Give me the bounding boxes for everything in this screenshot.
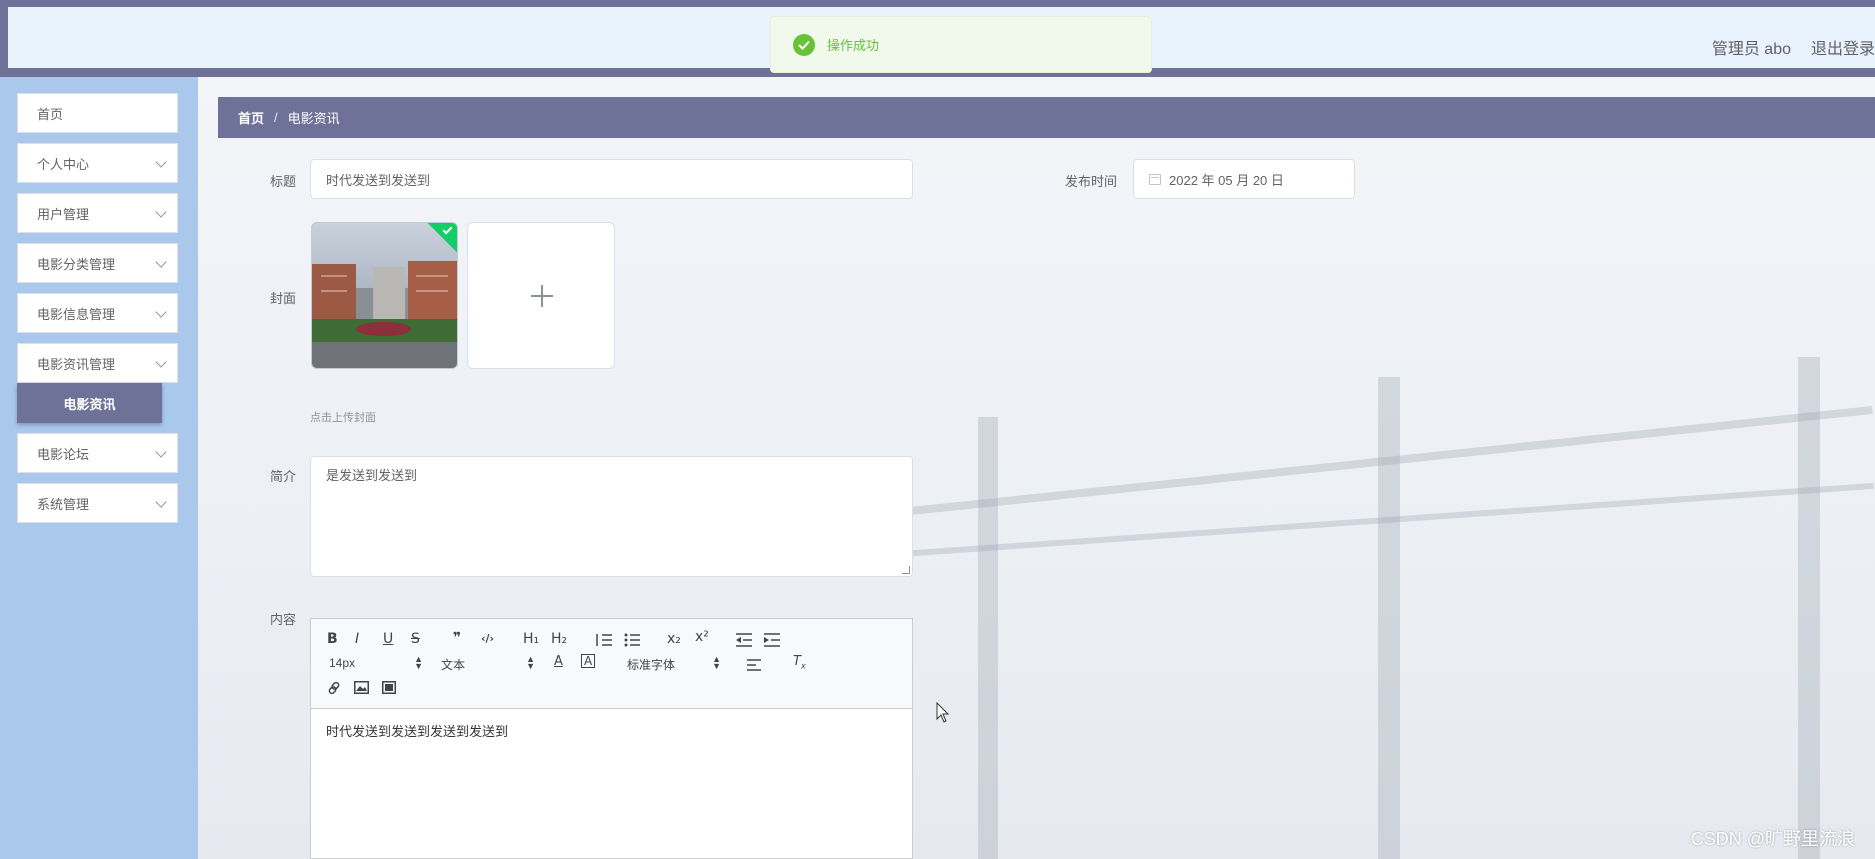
calendar-icon [1149,173,1161,185]
code-block-button[interactable]: ‹/› [481,632,494,645]
cover-upload-hint: 点击上传封面 [310,412,376,424]
intro-textarea[interactable]: 是发送到发送到 [310,456,913,577]
admin-user-label: 管理员 abo [1711,41,1791,58]
sidebar-item-label: 首页 [37,106,64,122]
success-toast: 操作成功 [770,16,1152,73]
heading1-button[interactable]: H₁ [523,631,539,647]
sidebar-item-label: 系统管理 [37,496,90,512]
image-icon[interactable] [354,681,369,694]
resize-handle-icon[interactable] [902,566,910,574]
editor-content-text: 时代发送到发送到发送到发送到 [326,724,509,739]
intro-textarea-value: 是发送到发送到 [326,468,418,483]
sidebar-item-label: 电影论坛 [37,446,90,462]
clear-format-icon[interactable]: Tx [793,654,806,671]
rich-text-editor: B I U S ❞ ‹/› H₁ H₂ x₂ x² 14px ▲ ▼ 文本 ▲ … [310,618,913,859]
sidebar-item-movie-info[interactable]: 电影信息管理 [17,293,178,333]
cover-photo-window [320,289,347,292]
sidebar-item-label: 个人中心 [37,156,90,172]
intro-label: 简介 [270,469,297,484]
chevron-down-icon [155,306,167,318]
background-post [1798,357,1820,859]
logout-link[interactable]: 退出登录 [1811,35,1875,59]
mouse-cursor-icon [936,702,950,723]
cover-photo-window [416,275,449,278]
select-arrows-icon: ▲ ▼ [526,654,535,671]
background-post [978,417,998,859]
publish-time-label: 发布时间 [1065,174,1118,189]
sidebar-item-system-management[interactable]: 系统管理 [17,483,178,523]
header-select-value: 文本 [441,658,466,672]
top-accent-strip [0,0,1875,7]
title-input[interactable]: 时代发送到发送到 [310,159,913,199]
font-size-value: 14px [329,656,356,670]
chevron-down-icon [155,156,167,168]
content-label: 内容 [270,612,297,627]
publish-date-picker[interactable]: 2022 年 05 月 20 日 [1133,159,1355,199]
sidebar-item-movie-news-management[interactable]: 电影资讯管理 [17,343,178,383]
select-arrows-icon: ▲ ▼ [712,654,721,671]
title-label: 标题 [270,174,297,189]
video-icon[interactable] [382,681,396,694]
sidebar-item-label: 电影资讯管理 [37,356,116,372]
link-icon[interactable] [327,681,341,695]
editor-content-area[interactable]: 时代发送到发送到发送到发送到 [311,709,912,752]
success-check-icon [793,33,815,56]
sidebar-item-label: 电影分类管理 [37,256,116,272]
breadcrumb: 首页 / 电影资讯 [218,97,1875,138]
sidebar-item-personal-center[interactable]: 个人中心 [17,143,178,183]
subscript-button[interactable]: x₂ [667,631,681,647]
toast-message: 操作成功 [827,38,880,53]
cover-photo-window [416,289,449,292]
header-select[interactable]: 文本 ▲ ▼ [441,654,535,673]
breadcrumb-current: 电影资讯 [287,111,340,126]
strike-button[interactable]: S [411,631,420,647]
title-input-value: 时代发送到发送到 [326,172,431,188]
bold-button[interactable]: B [327,631,338,647]
editor-toolbar: B I U S ❞ ‹/› H₁ H₂ x₂ x² 14px ▲ ▼ 文本 ▲ … [311,619,912,709]
italic-button[interactable]: I [355,631,359,647]
heading2-button[interactable]: H₂ [551,631,567,647]
cover-photo-window [320,275,347,278]
superscript-button[interactable]: x² [695,629,709,645]
blockquote-button[interactable]: ❞ [453,630,461,646]
font-size-select[interactable]: 14px ▲ ▼ [329,654,423,671]
cover-photo-flowerbed [355,321,411,337]
sidebar-item-label: 用户管理 [37,206,90,222]
indent-icon[interactable] [764,633,780,647]
breadcrumb-home[interactable]: 首页 [238,108,264,127]
underline-button[interactable]: U [383,631,393,647]
align-icon[interactable] [747,659,761,671]
cover-label: 封面 [270,291,297,306]
font-color-icon[interactable]: A [554,654,563,669]
sidebar-item-movie-forum[interactable]: 电影论坛 [17,433,178,473]
cover-photo-ground [312,341,457,368]
cover-thumbnail[interactable] [311,222,458,369]
cover-upload-button[interactable] [467,222,615,369]
breadcrumb-separator: / [274,110,278,125]
chevron-down-icon [155,356,167,368]
sidebar-item-user-management[interactable]: 用户管理 [17,193,178,233]
chevron-down-icon [155,496,167,508]
sidebar-item-label: 电影信息管理 [37,306,116,322]
sidebar-subitem-movie-news[interactable]: 电影资讯 [17,383,162,423]
sidebar-item-home[interactable]: 首页 [17,93,178,133]
chevron-down-icon [155,446,167,458]
ordered-list-icon[interactable] [596,633,612,647]
publish-date-value: 2022 年 05 月 20 日 [1169,172,1284,188]
outdent-icon[interactable] [736,633,752,647]
font-family-value: 标准字体 [627,658,676,672]
watermark: CSDN @旷野里流浪 [1690,829,1855,849]
select-arrows-icon: ▲ ▼ [414,654,423,671]
sidebar-item-movie-category[interactable]: 电影分类管理 [17,243,178,283]
chevron-down-icon [155,206,167,218]
background-post [1378,377,1400,859]
chevron-down-icon [155,256,167,268]
background-color-icon[interactable]: A [581,654,596,668]
plus-icon [541,285,543,307]
font-family-select[interactable]: 标准字体 ▲ ▼ [627,654,721,673]
bullet-list-icon[interactable] [624,633,640,647]
